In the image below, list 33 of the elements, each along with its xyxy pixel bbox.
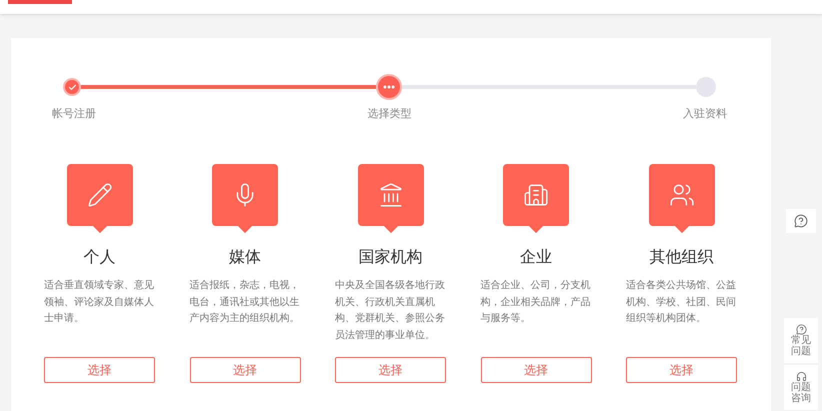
category-title: 个人 [84, 248, 116, 268]
side-button[interactable]: 问题咨询 [784, 365, 818, 410]
current-step-icon [376, 74, 402, 100]
step-label: 选择类型 [366, 107, 412, 121]
completed-step-icon [63, 78, 81, 96]
help-button[interactable] [786, 209, 816, 233]
category-description: 中央及全国各级各地行政机关、行政机关直属机构、党群机关、参照公务员法管理的事业单位。 [335, 278, 446, 342]
building-columns-icon [378, 182, 404, 208]
step-label: 帐号注册 [51, 107, 97, 121]
pending-step-icon [696, 77, 716, 97]
category-title: 媒体 [229, 248, 261, 268]
category-description: 适合报纸，杂志，电视，电台，通讯社或其他以生产内容为主的组织机构。 [190, 278, 300, 326]
category-description: 适合各类公共场馆、公益机构、学校、社团、民间组织等机构团体。 [626, 278, 737, 326]
category-description: 适合企业、公司，分支机构，企业相关品牌，产品与服务等。 [480, 278, 592, 326]
side-button[interactable]: 常见问题 [784, 318, 818, 363]
people-icon [668, 182, 694, 208]
category-title: 国家机构 [358, 248, 422, 268]
help-icon [796, 324, 806, 335]
step-label: 入驻资料 [682, 107, 728, 121]
side-button-label: 常见问题 [791, 335, 811, 357]
help-icon [794, 214, 808, 228]
side-button-label: 问题咨询 [791, 382, 811, 404]
category-title: 其他组织 [650, 248, 714, 268]
select-button[interactable]: 选择 [626, 357, 737, 383]
select-button[interactable]: 选择 [44, 357, 155, 383]
select-button[interactable]: 选择 [480, 357, 592, 383]
select-button[interactable]: 选择 [335, 357, 446, 383]
category-title: 企业 [520, 248, 552, 268]
category-description: 适合垂直领域专家、意见领袖、评论家及自媒体人士申请。 [44, 278, 155, 326]
headset-icon [796, 371, 806, 382]
select-button[interactable]: 选择 [190, 357, 300, 383]
office-building-icon [523, 182, 549, 208]
pencil-icon [86, 182, 112, 208]
